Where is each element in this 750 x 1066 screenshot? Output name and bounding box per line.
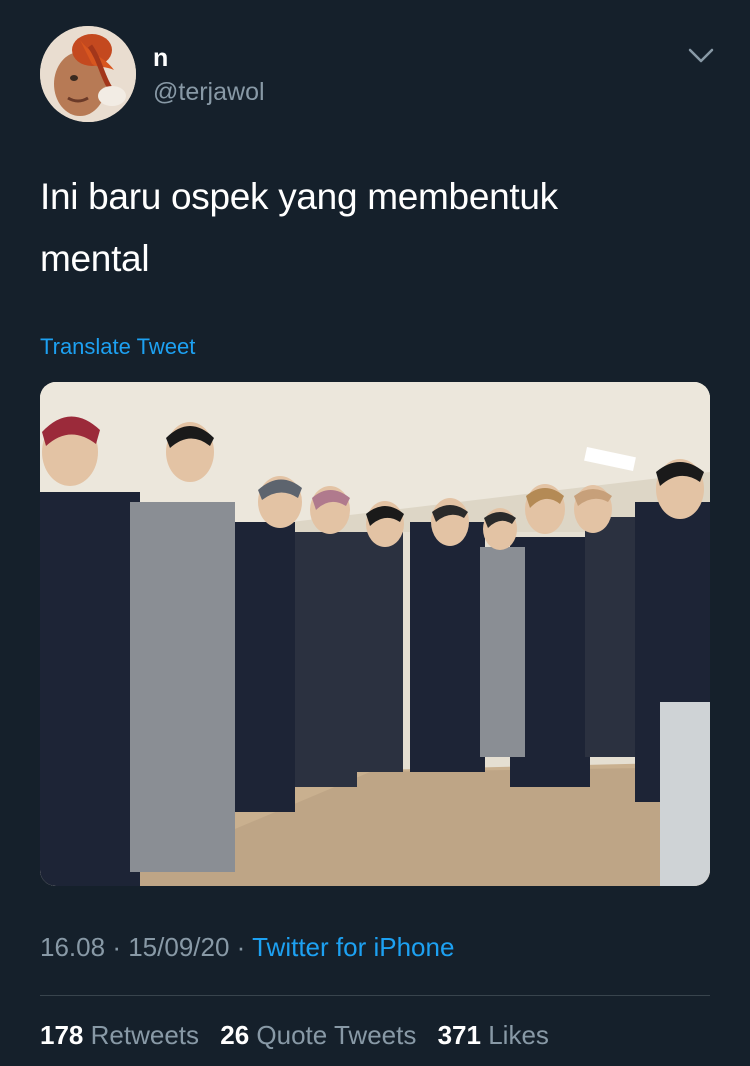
tweet-meta: 16.08 · 15/09/20 · Twitter for iPhone <box>40 932 454 963</box>
divider <box>40 995 710 996</box>
chevron-down-icon[interactable] <box>686 46 716 66</box>
user-handle[interactable]: @terjawol <box>153 78 265 107</box>
translate-tweet-link[interactable]: Translate Tweet <box>40 334 195 360</box>
retweets-label: Retweets <box>90 1020 200 1050</box>
meta-separator: · <box>112 932 121 962</box>
quote-tweets-count: 26 <box>220 1020 250 1050</box>
likes-stat[interactable]: 371 Likes <box>438 1020 563 1050</box>
tweet-source-link[interactable]: Twitter for iPhone <box>252 932 454 962</box>
tweet-text: Ini baru ospek yang membentuk mental <box>40 166 700 290</box>
meta-separator: · <box>236 932 246 962</box>
likes-label: Likes <box>488 1020 549 1050</box>
display-name[interactable]: n <box>153 44 168 73</box>
tweet-date: 15/09/20 <box>128 932 230 962</box>
likes-count: 371 <box>437 1020 481 1050</box>
photo-group-in-suits-icon <box>40 382 710 886</box>
quote-tweets-stat[interactable]: 26 Quote Tweets <box>220 1020 437 1050</box>
tweet-photo[interactable] <box>40 382 710 886</box>
tweet-text-line-2: mental <box>40 238 150 279</box>
tweet-time: 16.08 <box>40 932 106 962</box>
tweet-stats: 178 Retweets 26 Quote Tweets 371 Likes <box>40 1020 563 1051</box>
quote-tweets-label: Quote Tweets <box>256 1020 417 1050</box>
tweet-text-line-1: Ini baru ospek yang membentuk <box>40 176 558 217</box>
avatar[interactable] <box>40 26 136 122</box>
profile-avatar-icon <box>40 26 136 122</box>
retweets-stat[interactable]: 178 Retweets <box>40 1020 220 1050</box>
retweets-count: 178 <box>40 1020 84 1050</box>
